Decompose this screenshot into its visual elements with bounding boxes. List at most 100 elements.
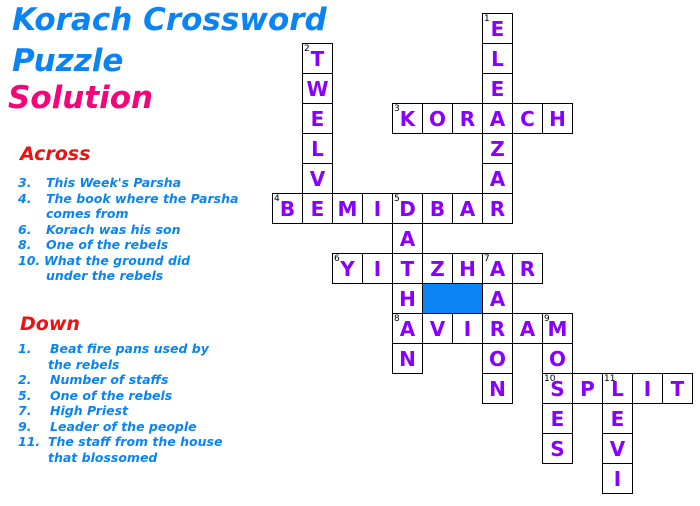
grid-cell[interactable]: R bbox=[452, 103, 483, 134]
cell-letter: L bbox=[611, 377, 624, 401]
grid-cell[interactable]: N bbox=[392, 343, 423, 374]
cell-letter: L bbox=[491, 47, 504, 71]
grid-cell[interactable]: T bbox=[662, 373, 693, 404]
grid-cell[interactable]: A bbox=[512, 313, 543, 344]
cell-letter: B bbox=[429, 197, 446, 221]
grid-cell[interactable]: 6Y bbox=[332, 253, 363, 284]
grid-cell[interactable]: S bbox=[542, 433, 573, 464]
cell-letter: A bbox=[519, 317, 536, 341]
across-heading: Across bbox=[20, 143, 91, 165]
grid-cell[interactable]: 10 S bbox=[542, 373, 573, 404]
cell-letter: H bbox=[549, 107, 566, 131]
down-clue: 1. Beat fire pans used by the rebels bbox=[18, 341, 222, 372]
cell-letter: T bbox=[310, 47, 325, 71]
grid-cell[interactable]: 2T bbox=[302, 43, 333, 74]
grid-cell[interactable]: E bbox=[602, 403, 633, 434]
clue-number: 8. bbox=[18, 237, 32, 252]
cell-letter: I bbox=[613, 467, 622, 491]
grid-cell[interactable]: A bbox=[452, 193, 483, 224]
clue-number: 9. bbox=[18, 418, 32, 434]
clue-text: The book where the Parsha bbox=[46, 190, 239, 206]
grid-cell[interactable]: W bbox=[302, 73, 333, 104]
grid-cell[interactable]: H bbox=[542, 103, 573, 134]
grid-cell[interactable]: 8A bbox=[392, 313, 423, 344]
across-clue-list: 3. This Week's Parsha 4. The book where the… bbox=[18, 175, 238, 284]
grid-cell[interactable]: N bbox=[482, 373, 513, 404]
grid-cell[interactable]: I bbox=[452, 313, 483, 344]
grid-cell[interactable]: E bbox=[302, 103, 333, 134]
grid-cell[interactable]: A bbox=[482, 283, 513, 314]
grid-cell[interactable]: C bbox=[512, 103, 543, 134]
grid-cell[interactable]: 4B bbox=[272, 193, 303, 224]
grid-cell[interactable]: E bbox=[302, 193, 333, 224]
grid-cell[interactable]: R bbox=[482, 193, 513, 224]
grid-cell[interactable]: 5D bbox=[392, 193, 423, 224]
grid-cell[interactable]: V bbox=[422, 313, 453, 344]
clue-number: 11. bbox=[18, 434, 41, 449]
cell-letter: K bbox=[399, 107, 416, 131]
grid-cell[interactable]: 11 L bbox=[602, 373, 633, 404]
grid-cell[interactable]: A bbox=[482, 103, 513, 134]
grid-cell[interactable]: 1E bbox=[482, 13, 513, 44]
grid-cell[interactable]: V bbox=[602, 433, 633, 464]
cell-letter: Y bbox=[340, 257, 355, 281]
clue-number: 5. bbox=[18, 387, 32, 403]
cell-letter: R bbox=[489, 197, 506, 221]
clue-number: 2. bbox=[18, 372, 32, 387]
cell-letter: T bbox=[670, 377, 685, 401]
grid-cell[interactable]: I bbox=[632, 373, 663, 404]
cell-letter: E bbox=[310, 107, 325, 131]
clue-number: 4. bbox=[18, 190, 32, 206]
grid-cell[interactable]: L bbox=[302, 133, 333, 164]
down-clue-list: 1. Beat fire pans used by the rebels 2. Numb… bbox=[18, 341, 222, 465]
clue-text: Number of staffs bbox=[50, 372, 169, 387]
clue-number: 10. bbox=[18, 252, 41, 268]
cell-letter: Z bbox=[430, 257, 445, 281]
grid-cell[interactable]: O bbox=[422, 103, 453, 134]
clue-text: One of the rebels bbox=[50, 387, 173, 403]
clue-text: Leader of the people bbox=[50, 418, 197, 434]
cell-letter: S bbox=[550, 437, 565, 461]
grid-cell[interactable]: I bbox=[362, 193, 393, 224]
grid-cell[interactable]: H bbox=[392, 283, 423, 314]
grid-cell[interactable]: L bbox=[482, 43, 513, 74]
down-clue: 9. Leader of the people bbox=[18, 419, 222, 435]
grid-cell[interactable]: P bbox=[572, 373, 603, 404]
grid-cell[interactable]: O bbox=[482, 343, 513, 374]
grid-cell[interactable]: M bbox=[332, 193, 363, 224]
grid-cell[interactable]: I bbox=[602, 463, 633, 494]
cell-letter: E bbox=[550, 407, 565, 431]
grid-cell[interactable]: A bbox=[482, 163, 513, 194]
clue-text: Korach was his son bbox=[46, 221, 181, 237]
grid-cell[interactable]: 9M bbox=[542, 313, 573, 344]
grid-cell[interactable]: 3K bbox=[392, 103, 423, 134]
cell-letter: A bbox=[459, 197, 476, 221]
grid-cell[interactable]: E bbox=[482, 73, 513, 104]
cell-letter: W bbox=[306, 77, 329, 101]
grid-cell[interactable]: Z bbox=[482, 133, 513, 164]
grid-cell[interactable]: B bbox=[422, 193, 453, 224]
grid-cell[interactable]: R bbox=[512, 253, 543, 284]
cell-letter: T bbox=[400, 257, 415, 281]
clue-text: One of the rebels bbox=[46, 237, 169, 252]
cell-letter: Z bbox=[490, 137, 505, 161]
grid-cell[interactable]: R bbox=[482, 313, 513, 344]
grid-cell[interactable]: E bbox=[542, 403, 573, 434]
grid-cell[interactable]: T bbox=[392, 253, 423, 284]
grid-cell[interactable]: 7A bbox=[482, 253, 513, 284]
grid-cell[interactable]: O bbox=[542, 343, 573, 374]
cell-letter: S bbox=[550, 377, 565, 401]
grid-cell[interactable]: A bbox=[392, 223, 423, 254]
cell-letter: V bbox=[309, 167, 326, 191]
clue-text: Beat fire pans used by bbox=[50, 341, 209, 356]
down-heading: Down bbox=[20, 313, 80, 335]
grid-cell[interactable]: I bbox=[362, 253, 393, 284]
grid-cell[interactable]: V bbox=[302, 163, 333, 194]
cell-letter: N bbox=[489, 377, 506, 401]
grid-cell[interactable]: H bbox=[452, 253, 483, 284]
cell-letter: R bbox=[459, 107, 476, 131]
cell-letter: V bbox=[429, 317, 446, 341]
cell-letter: E bbox=[490, 17, 505, 41]
puzzle-title-line2: Puzzle bbox=[12, 43, 124, 79]
grid-cell[interactable]: Z bbox=[422, 253, 453, 284]
